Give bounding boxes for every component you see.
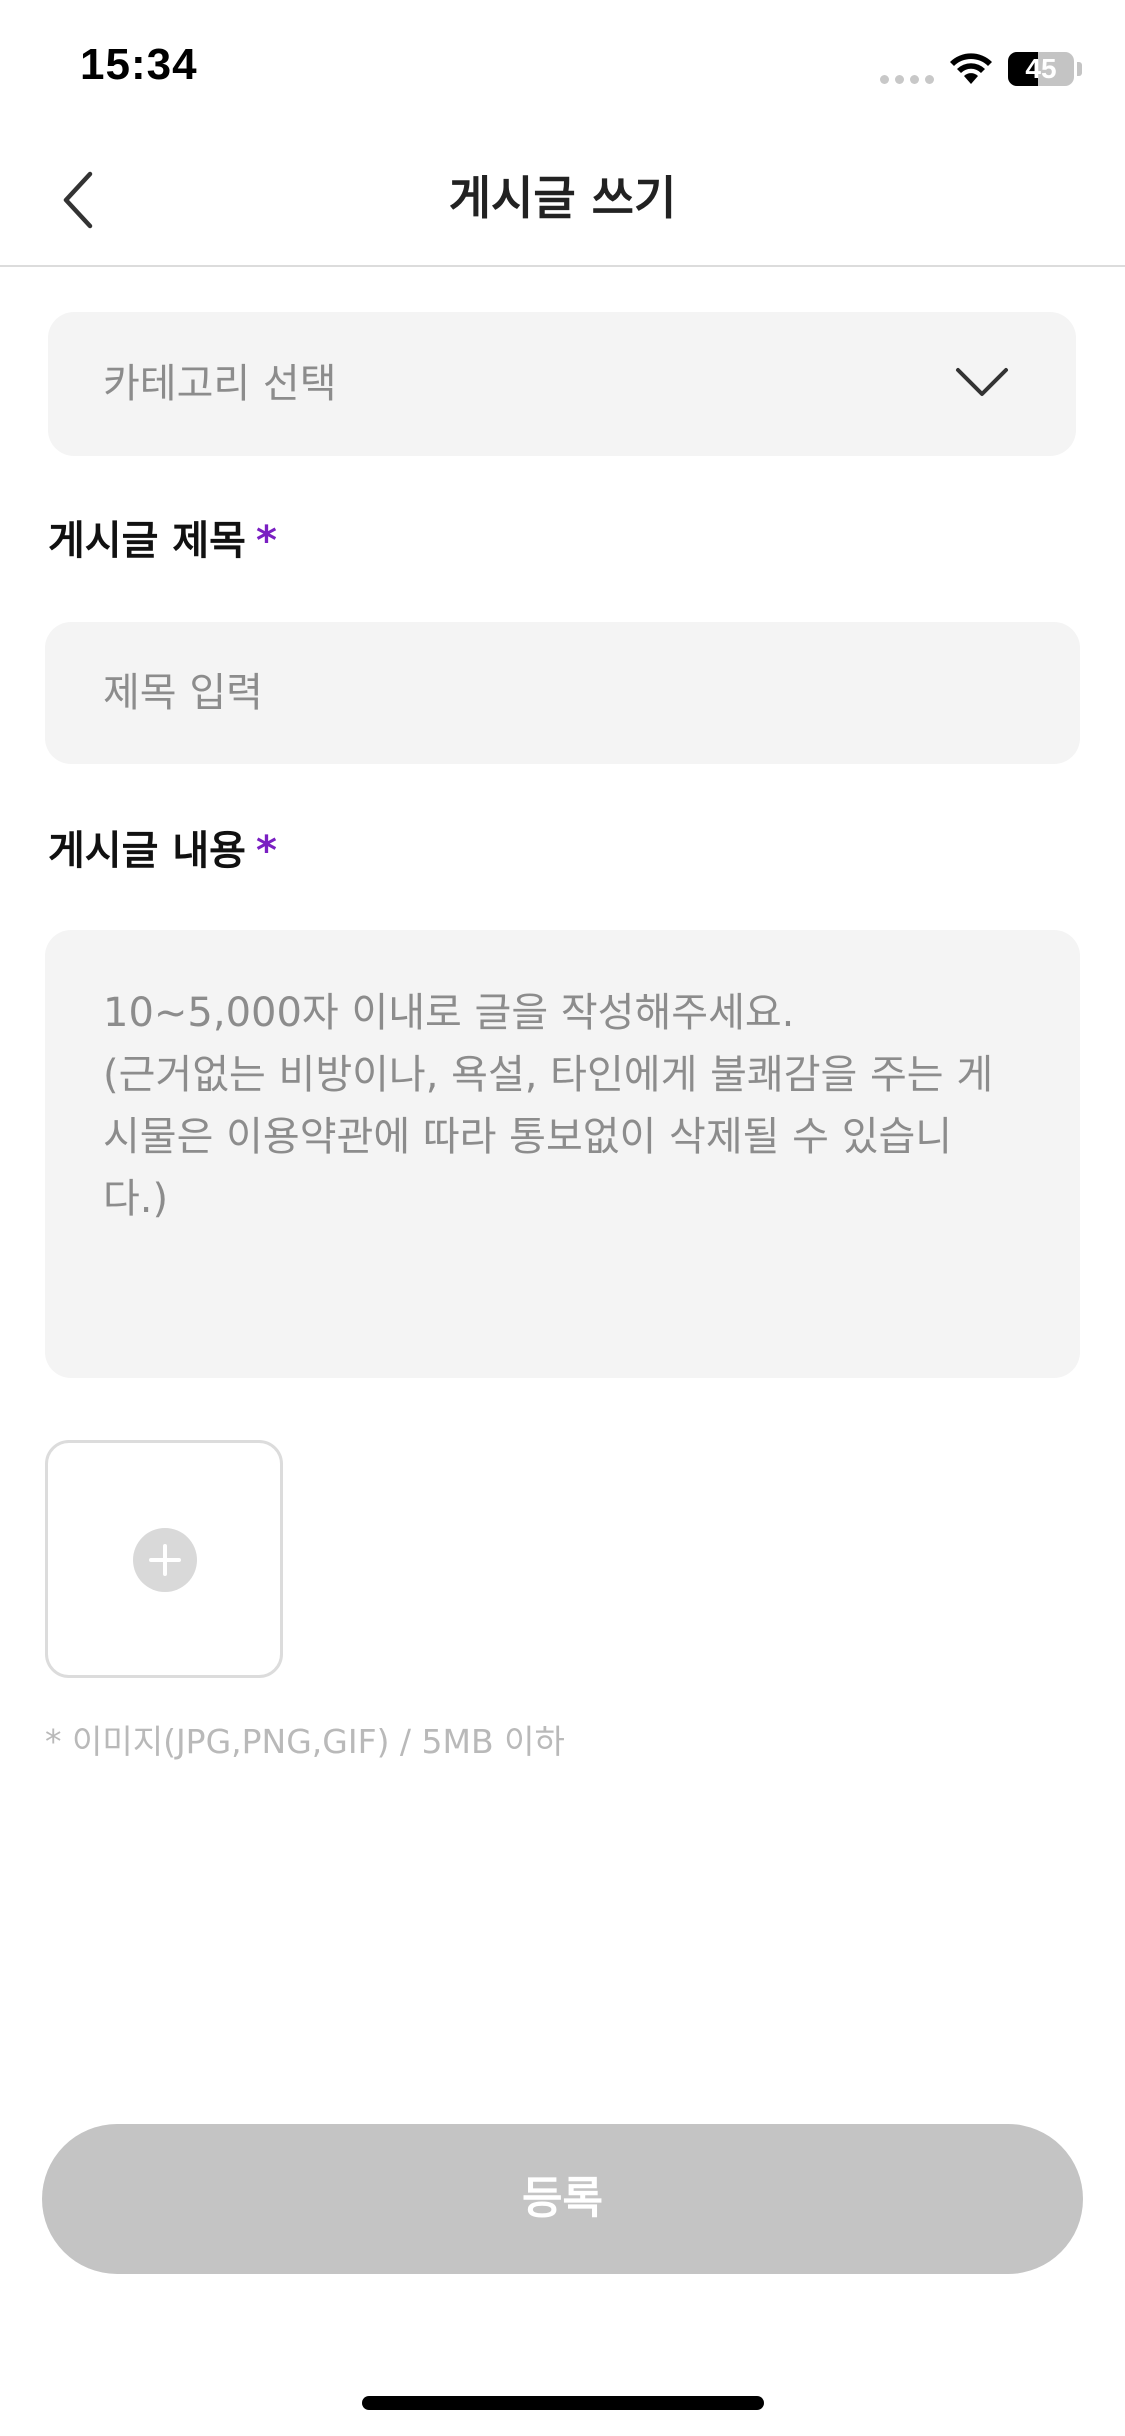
content-placeholder-line: (근거없는 비방이나, 욕설, 타인에게 불쾌감을 주는 게: [103, 1052, 994, 1098]
top-navigation-bar: 게시글 쓰기: [0, 135, 1125, 267]
post-content-textarea[interactable]: 10~5,000자 이내로 글을 작성해주세요. (근거없는 비방이나, 욕설,…: [45, 930, 1080, 1378]
post-title-label: 게시글 제목 *: [48, 508, 277, 566]
cellular-signal-icon: [880, 75, 934, 85]
category-placeholder: 카테고리 선택: [103, 361, 337, 407]
post-title-label-text: 게시글 제목: [48, 518, 246, 564]
chevron-down-icon: [956, 368, 1008, 396]
content-placeholder-line: 시물은 이용약관에 따라 통보없이 삭제될 수 있습니: [103, 1114, 953, 1160]
page-title: 게시글 쓰기: [448, 171, 677, 225]
wifi-icon: [950, 53, 992, 84]
post-write-screen: 15:34 45 게시글 쓰기 카테고리 선택 게시글 제목 * 제목 입력 게…: [0, 0, 1125, 2436]
battery-cap: [1077, 62, 1082, 76]
post-content-label: 게시글 내용 *: [48, 818, 277, 876]
battery-icon: 45: [1008, 52, 1074, 86]
status-time: 15:34: [80, 40, 198, 89]
required-mark: *: [255, 828, 277, 874]
post-content-label-text: 게시글 내용: [48, 828, 246, 874]
plus-icon: [133, 1528, 197, 1592]
status-bar: 15:34 45: [0, 0, 1125, 135]
required-mark: *: [255, 518, 277, 564]
battery-level: 45: [1025, 53, 1057, 84]
submit-button[interactable]: 등록: [42, 2124, 1083, 2274]
image-upload-hint: * 이미지(JPG,PNG,GIF) / 5MB 이하: [45, 1722, 565, 1761]
content-placeholder-line: 다.): [103, 1176, 169, 1222]
post-title-input[interactable]: 제목 입력: [45, 622, 1080, 764]
add-image-button[interactable]: [45, 1440, 283, 1678]
category-select[interactable]: 카테고리 선택: [48, 312, 1076, 456]
home-indicator: [362, 2396, 764, 2410]
post-title-placeholder: 제목 입력: [103, 670, 263, 716]
content-placeholder-line: 10~5,000자 이내로 글을 작성해주세요.: [103, 990, 795, 1036]
